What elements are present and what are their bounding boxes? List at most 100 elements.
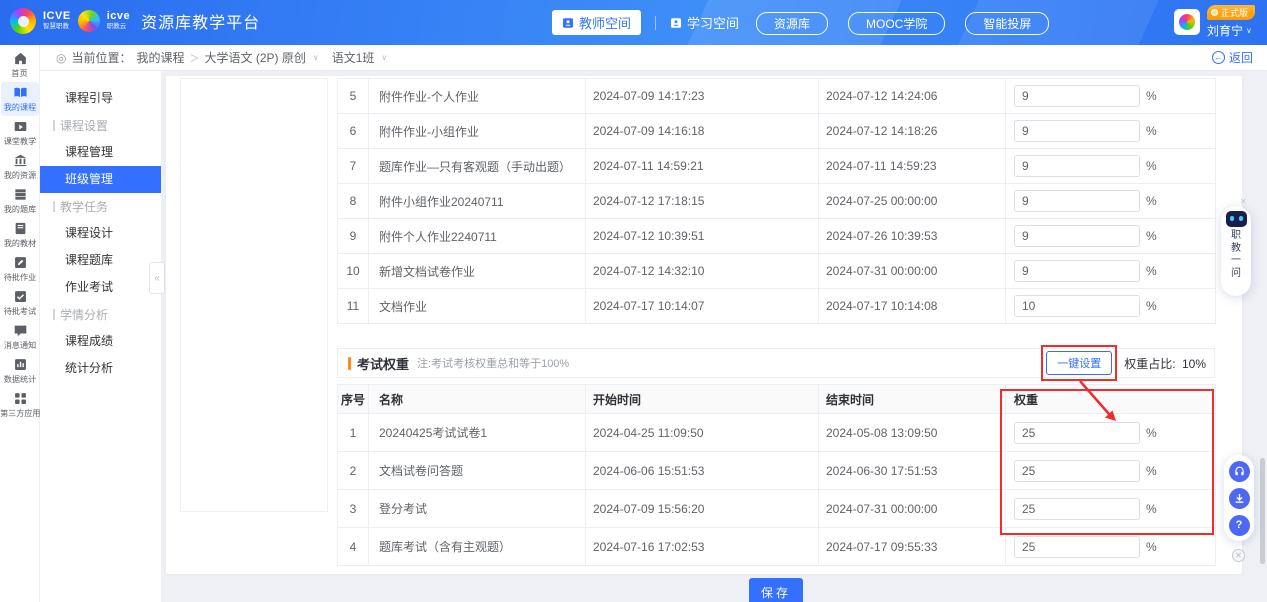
book-icon (13, 85, 28, 100)
logo1-sub: 智慧职教 (43, 24, 71, 31)
submenu-item[interactable]: 课程题库 (40, 247, 161, 274)
submenu-item[interactable]: 课程设计 (40, 220, 161, 247)
tab-teacher-space[interactable]: 教师空间 (552, 10, 641, 35)
percent-sign: % (1146, 426, 1157, 440)
name-cell: 20240425考试试卷1 (369, 414, 586, 452)
submenu-item[interactable]: 作业考试 (40, 274, 161, 301)
table-row: 9附件个人作业22407112024-07-12 10:39:512024-07… (338, 219, 1216, 254)
rail-item-my-courses[interactable]: 我的课程 (1, 82, 39, 116)
weight-input[interactable] (1014, 260, 1140, 282)
breadcrumb-course-dropdown[interactable]: 大学语文 (2P) 原创 (205, 49, 306, 66)
course-submenu: 课程引导课程设置课程管理班级管理教学任务课程设计课程题库作业考试学情分析课程成绩… (40, 71, 161, 602)
row-number-cell: 2 (338, 452, 369, 490)
weight-input[interactable] (1014, 498, 1140, 520)
assistant-close-icon[interactable]: ✕ (1240, 197, 1247, 206)
submenu-item[interactable]: 课程成绩 (40, 328, 161, 355)
submenu-item[interactable]: 课程引导 (40, 85, 161, 112)
header-nav: 教师空间 学习空间 (552, 0, 739, 45)
smart-cast-button[interactable]: 智能投屏 (965, 12, 1049, 35)
row-number-cell: 6 (338, 114, 369, 149)
icon-rail: 首页 我的课程 课堂教学 我的资源 我的题库 我的教材 待批作业 待批考试 (0, 45, 40, 602)
submenu-item[interactable]: 班级管理 (40, 166, 161, 193)
rail-item-label: 我的教材 (4, 237, 36, 248)
submenu-item[interactable]: 统计分析 (40, 355, 161, 382)
name-cell: 题库考试（含有主观题） (369, 528, 586, 566)
back-button[interactable]: ← 返回 (1212, 49, 1253, 66)
rail-item-third-party-apps[interactable]: 第三方应用 (1, 388, 39, 422)
collapse-sidebar-button[interactable]: « (149, 262, 165, 294)
weight-input[interactable] (1014, 460, 1140, 482)
weight-cell: % (1006, 149, 1216, 184)
user-menu[interactable]: 正式版 刘育宁 ∨ (1174, 5, 1255, 39)
ai-assistant-widget[interactable]: 职教一问 (1221, 206, 1251, 296)
app-title: 资源库教学平台 (141, 9, 260, 33)
scrollbar-thumb[interactable] (1260, 458, 1265, 564)
weight-input[interactable] (1014, 155, 1140, 177)
icve-cloud-logo-icon (78, 10, 100, 32)
start-time-cell: 2024-07-09 14:17:23 (586, 79, 819, 114)
table-row: 7题库作业—只有客观题（手动出题）2024-07-11 14:59:212024… (338, 149, 1216, 184)
table-row: 6附件作业-小组作业2024-07-09 14:16:182024-07-12 … (338, 114, 1216, 149)
chevron-down-icon: ∨ (1246, 26, 1252, 35)
weight-cell: % (1006, 219, 1216, 254)
assistant-vertical-label: 职教一问 (1231, 230, 1241, 280)
rail-item-message-notifications[interactable]: 消息通知 (1, 320, 39, 354)
teacher-space-icon (562, 17, 574, 29)
user-name: 刘育宁 ∨ (1207, 22, 1252, 39)
percent-sign: % (1146, 229, 1157, 243)
row-number-cell: 1 (338, 414, 369, 452)
start-time-cell: 2024-07-09 15:56:20 (586, 490, 819, 528)
customer-service-button[interactable] (1229, 461, 1250, 482)
icve-logo-text: ICVE 智慧职教 (43, 11, 71, 31)
breadcrumb-root[interactable]: 我的课程 (137, 49, 185, 66)
start-time-cell: 2024-07-09 14:16:18 (586, 114, 819, 149)
breadcrumb-class-dropdown[interactable]: 语文1班 (332, 49, 375, 66)
weight-input[interactable] (1014, 190, 1140, 212)
logo2-main: icve (107, 11, 130, 22)
empty-side-panel (180, 78, 328, 512)
toolbar-close-button[interactable]: ✕ (1232, 549, 1245, 562)
quick-set-button[interactable]: 一键设置 (1046, 351, 1112, 375)
percent-sign: % (1146, 502, 1157, 516)
weight-cell: % (1006, 79, 1216, 114)
rail-item-classroom-teaching[interactable]: 课堂教学 (1, 116, 39, 150)
rail-item-data-statistics[interactable]: 数据统计 (1, 354, 39, 388)
rail-item-label: 课堂教学 (4, 135, 36, 146)
rail-item-label: 我的资源 (4, 169, 36, 180)
percent-sign: % (1146, 89, 1157, 103)
weight-input[interactable] (1014, 536, 1140, 558)
submenu-item[interactable]: 课程管理 (40, 139, 161, 166)
rail-item-my-textbooks[interactable]: 我的教材 (1, 218, 39, 252)
end-time-cell: 2024-07-31 00:00:00 (819, 254, 1006, 289)
rail-item-pending-homework[interactable]: 待批作业 (1, 252, 39, 286)
question-icon: ? (1236, 519, 1243, 531)
mooc-academy-button[interactable]: MOOC学院 (848, 12, 945, 35)
save-button[interactable]: 保存 (749, 578, 803, 602)
table-row: 11文档作业2024-07-17 10:14:072024-07-17 10:1… (338, 289, 1216, 324)
rail-item-my-resources[interactable]: 我的资源 (1, 150, 39, 184)
rail-item-home[interactable]: 首页 (1, 48, 39, 82)
weight-input[interactable] (1014, 85, 1140, 107)
weight-input[interactable] (1014, 295, 1140, 317)
end-time-cell: 2024-05-08 13:09:50 (819, 414, 1006, 452)
user-info: 正式版 刘育宁 ∨ (1207, 5, 1255, 39)
help-button[interactable]: ? (1229, 515, 1250, 536)
tab-student-space[interactable]: 学习空间 (670, 13, 739, 32)
weight-input[interactable] (1014, 422, 1140, 444)
save-row: 保存 (337, 578, 1215, 602)
exam-weight-table: 序号名称开始时间结束时间权重 120240425考试试卷12024-04-25 … (337, 384, 1216, 566)
weight-input[interactable] (1014, 120, 1140, 142)
percent-sign: % (1146, 159, 1157, 173)
start-time-cell: 2024-04-25 11:09:50 (586, 414, 819, 452)
rail-item-label: 我的题库 (4, 203, 36, 214)
rail-item-pending-exams[interactable]: 待批考试 (1, 286, 39, 320)
row-number-cell: 9 (338, 219, 369, 254)
section-bar (53, 120, 55, 131)
section-title: 考试权重 (357, 354, 409, 373)
resource-library-button[interactable]: 资源库 (756, 12, 828, 35)
edition-badge-label: 正式版 (1221, 6, 1248, 19)
rail-item-my-question-bank[interactable]: 我的题库 (1, 184, 39, 218)
weight-input[interactable] (1014, 225, 1140, 247)
download-button[interactable] (1229, 488, 1250, 509)
section-bar (53, 309, 55, 320)
